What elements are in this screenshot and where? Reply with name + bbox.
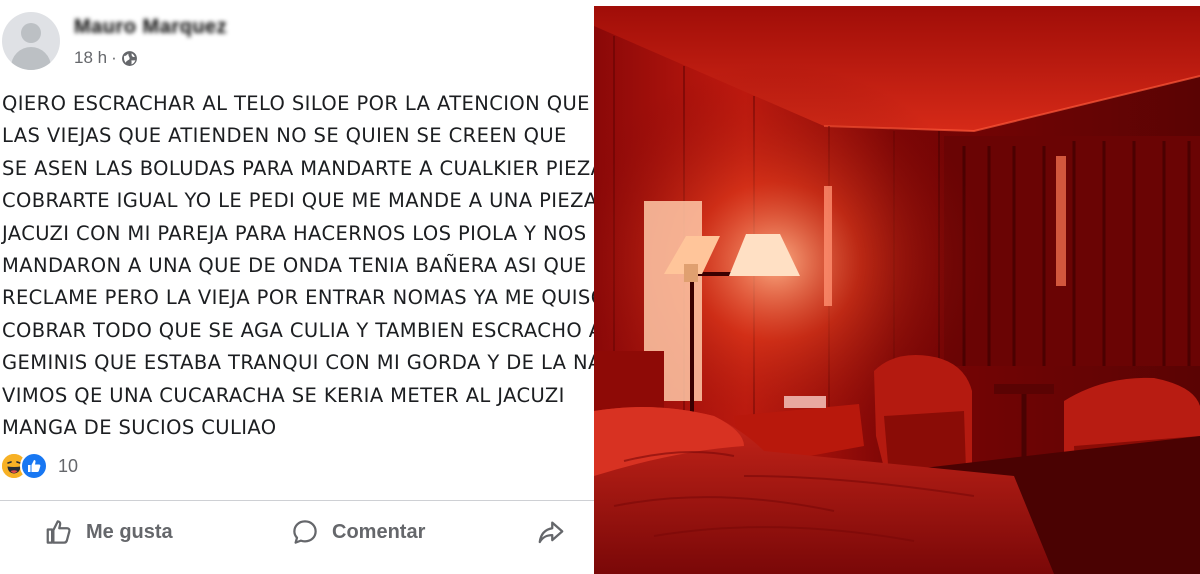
hotel-room-photo[interactable] xyxy=(594,6,1200,574)
post-text-line: COBRARTE IGUAL YO LE PEDI QUE ME MANDE A… xyxy=(2,189,594,213)
like-react-icon xyxy=(20,452,48,480)
author-name[interactable]: Mauro Marquez xyxy=(74,16,227,39)
comment-icon xyxy=(290,517,320,547)
divider xyxy=(0,500,594,501)
post-text-line: RECLAME PERO LA VIEJA POR ENTRAR NOMAS Y… xyxy=(2,286,594,310)
like-button[interactable]: Me gusta xyxy=(44,517,173,547)
post-text-line: VIMOS QE UNA CUCARACHA SE KERIA METER AL… xyxy=(2,383,565,407)
reaction-count[interactable]: 10 xyxy=(58,456,78,477)
post-text-line: JACUZI CON MI PAREJA PARA HACERNOS LOS P… xyxy=(2,221,587,245)
post-text-line: SE ASEN LAS BOLUDAS PARA MANDARTE A CUAL… xyxy=(2,156,594,180)
post-text: QIERO ESCRACHAR AL TELO SILOE POR LA ATE… xyxy=(2,88,594,444)
comment-button[interactable]: Comentar xyxy=(290,517,425,547)
post-time[interactable]: 18 h xyxy=(74,48,107,68)
like-icon xyxy=(44,517,74,547)
meta-separator: · xyxy=(111,48,117,67)
post-text-line: MANDARON A UNA QUE DE ONDA TENIA BAÑERA … xyxy=(2,254,587,278)
like-label: Me gusta xyxy=(86,520,173,543)
post-text-line: GEMINIS QUE ESTABA TRANQUI CON MI GORDA … xyxy=(2,351,594,375)
post-text-line: LAS VIEJAS QUE ATIENDEN NO SE QUIEN SE C… xyxy=(2,124,567,148)
comment-label: Comentar xyxy=(332,520,426,543)
post-text-line: COBRAR TODO QUE SE AGA CULIA Y TAMBIEN E… xyxy=(2,318,594,342)
reaction-summary[interactable]: 10 xyxy=(0,452,78,480)
avatar[interactable] xyxy=(2,12,60,70)
share-button[interactable] xyxy=(536,517,566,547)
facebook-post: Mauro Marquez 18 h · QIERO ESCRACHAR AL … xyxy=(0,0,594,574)
share-icon xyxy=(536,517,566,547)
post-meta: 18 h · xyxy=(74,48,138,68)
post-text-line: QIERO ESCRACHAR AL TELO SILOE POR LA ATE… xyxy=(2,92,590,115)
globe-icon[interactable] xyxy=(121,50,138,67)
post-text-line: MANGA DE SUCIOS CULIAO xyxy=(2,416,277,440)
